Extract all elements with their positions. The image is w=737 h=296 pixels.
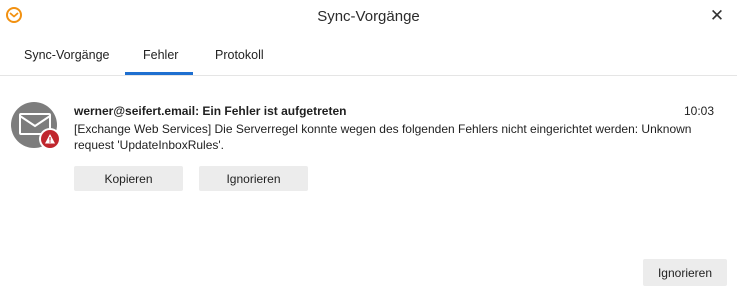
tab-bar: Sync-Vorgänge Fehler Protokoll bbox=[0, 34, 737, 76]
window-title: Sync-Vorgänge bbox=[317, 8, 420, 25]
ignore-all-button[interactable]: Ignorieren bbox=[643, 259, 727, 286]
error-time: 10:03 bbox=[683, 104, 714, 118]
close-button[interactable]: ✕ bbox=[705, 4, 729, 28]
tab-protokoll[interactable]: Protokoll bbox=[215, 48, 264, 62]
title-bar: Sync-Vorgänge ✕ bbox=[0, 0, 737, 34]
error-title: werner@seifert.email: Ein Fehler ist auf… bbox=[74, 104, 347, 118]
error-badge bbox=[39, 128, 61, 150]
copy-button[interactable]: Kopieren bbox=[74, 166, 183, 191]
tab-sync-vorgaenge[interactable]: Sync-Vorgänge bbox=[24, 48, 109, 62]
ignore-error-button[interactable]: Ignorieren bbox=[199, 166, 308, 191]
error-message: [Exchange Web Services] Die Serverregel … bbox=[74, 122, 692, 152]
close-icon: ✕ bbox=[709, 6, 725, 25]
tab-fehler[interactable]: Fehler bbox=[143, 48, 178, 62]
warning-icon bbox=[41, 130, 59, 148]
active-tab-indicator bbox=[125, 72, 193, 75]
